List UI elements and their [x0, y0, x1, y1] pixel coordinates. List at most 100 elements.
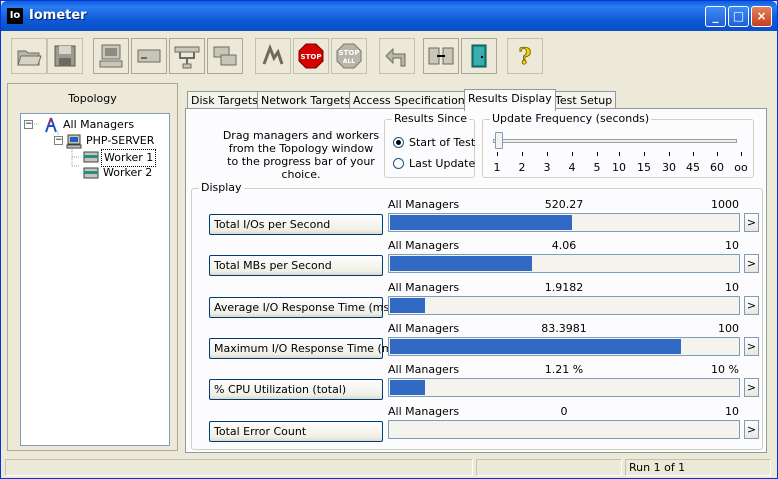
slider-thumb[interactable]	[495, 132, 503, 149]
slider-tick-mark	[644, 152, 645, 156]
slider-tick-mark	[669, 152, 670, 156]
app-icon: Io	[7, 8, 23, 24]
radio-selected-indicator	[393, 137, 404, 148]
slider-tick-mark	[597, 152, 598, 156]
display-group: Display All Managers 520.27 1000 Total I/Os…	[191, 181, 763, 450]
metric-button[interactable]: Total I/Os per Second	[209, 214, 383, 235]
slider-tick-label: 10	[612, 161, 626, 174]
exit-door-icon[interactable]	[461, 38, 497, 74]
metric-select-button[interactable]: >	[744, 213, 759, 232]
tree-node-worker-2[interactable]: Worker 2	[101, 165, 154, 181]
window-title: Iometer	[29, 8, 87, 23]
radio-start-of-test[interactable]: Start of Test	[393, 136, 475, 150]
tab-results-display[interactable]: Results Display	[464, 89, 556, 111]
row-manager-label: All Managers	[388, 239, 460, 252]
about-icon[interactable]: ?	[507, 38, 543, 74]
managers-icon	[43, 117, 59, 133]
row-max: 10	[725, 405, 739, 418]
progress-bar[interactable]	[388, 213, 740, 232]
row-max: 10	[725, 281, 739, 294]
metric-select-button[interactable]: >	[744, 254, 759, 273]
slider-tick-label: 60	[710, 161, 724, 174]
tree-node-label: All Managers	[63, 118, 135, 131]
metric-select-button[interactable]: >	[744, 420, 759, 439]
row-manager-label: All Managers	[388, 281, 460, 294]
slider-tick-mark	[619, 152, 620, 156]
stop-test-icon[interactable]: STOP	[293, 38, 329, 74]
reset-workers-icon[interactable]	[379, 38, 415, 74]
topology-tree[interactable]: − All Managers − PHP-SERVER Worker 1 Wor…	[20, 113, 170, 446]
progress-bar[interactable]	[388, 337, 740, 356]
tree-node-worker-1[interactable]: Worker 1	[101, 149, 157, 167]
status-panel-middle	[476, 459, 622, 476]
close-button[interactable]: ×	[751, 6, 772, 27]
save-config-icon[interactable]	[47, 38, 83, 74]
status-panel-main	[5, 459, 473, 476]
update-frequency-slider[interactable]	[493, 139, 737, 143]
start-tests-icon[interactable]	[255, 38, 291, 74]
exit-icon[interactable]	[423, 38, 459, 74]
expander-all-managers[interactable]: −	[24, 120, 33, 129]
radio-last-update[interactable]: Last Update	[393, 157, 475, 171]
tree-node-label: Worker 2	[103, 166, 153, 179]
start-manager-icon[interactable]	[93, 38, 129, 74]
server-icon	[66, 133, 82, 149]
progress-bar[interactable]	[388, 296, 740, 315]
slider-tick-mark	[741, 152, 742, 156]
slider-tick-label: 30	[662, 161, 676, 174]
start-disk-worker-icon[interactable]	[131, 38, 167, 74]
metric-button[interactable]: Maximum I/O Response Time (ms)	[209, 338, 403, 359]
row-value: 0	[560, 405, 568, 418]
drag-instructions: Drag managers and workers from the Topol…	[222, 129, 380, 181]
stop-all-icon[interactable]: STOP ALL	[331, 38, 367, 74]
metric-button[interactable]: Average I/O Response Time (ms)	[209, 297, 394, 318]
progress-bar[interactable]	[388, 254, 740, 273]
toolbar: STOP STOP ALL ?	[5, 34, 773, 78]
maximize-button[interactable]: □	[728, 6, 749, 27]
title-bar[interactable]: Io Iometer _ □ ×	[1, 1, 777, 31]
stop-all-label: STOP	[339, 49, 360, 57]
slider-tick-mark	[717, 152, 718, 156]
minimize-button[interactable]: _	[705, 6, 726, 27]
progress-bar[interactable]	[388, 420, 740, 439]
worker-icon	[83, 149, 99, 165]
progress-bar-fill	[390, 380, 425, 395]
row-max: 10 %	[711, 363, 739, 376]
expander-php-server[interactable]: −	[54, 136, 63, 145]
progress-bar[interactable]	[388, 378, 740, 397]
metric-button[interactable]: Total Error Count	[209, 421, 383, 442]
start-network-worker-icon[interactable]	[169, 38, 205, 74]
metric-button[interactable]: % CPU Utilization (total)	[209, 379, 383, 400]
slider-tick-label: 5	[593, 161, 601, 174]
row-value: 520.27	[544, 198, 584, 211]
row-manager-label: All Managers	[388, 405, 460, 418]
row-max: 1000	[711, 198, 739, 211]
slider-tick-label: 3	[543, 161, 551, 174]
results-since-title: Results Since	[392, 112, 470, 125]
slider-tick-label: oo	[734, 161, 748, 174]
metric-select-button[interactable]: >	[744, 378, 759, 397]
status-bar: Run 1 of 1	[5, 459, 773, 476]
slider-tick-mark	[572, 152, 573, 156]
row-max: 10	[725, 239, 739, 252]
tree-node-php-server[interactable]: PHP-SERVER	[84, 133, 156, 149]
open-config-icon[interactable]	[11, 38, 47, 74]
slider-tick-label: 4	[568, 161, 576, 174]
results-display-panel: Drag managers and workers from the Topol…	[185, 108, 767, 453]
slider-tick-mark	[522, 152, 523, 156]
iometer-window: Io Iometer _ □ × STOP STOP ALL ? Topolog…	[0, 0, 778, 479]
progress-bar-fill	[390, 256, 532, 271]
metric-select-button[interactable]: >	[744, 296, 759, 315]
metric-button[interactable]: Total MBs per Second	[209, 255, 383, 276]
stop-label: STOP	[301, 53, 322, 61]
row-max: 100	[718, 322, 739, 335]
display-title: Display	[199, 181, 244, 194]
metric-select-button[interactable]: >	[744, 337, 759, 356]
duplicate-worker-icon[interactable]	[207, 38, 243, 74]
status-run-count: Run 1 of 1	[625, 459, 771, 476]
tree-node-all-managers[interactable]: All Managers	[61, 117, 136, 133]
slider-tick-mark	[497, 152, 498, 156]
slider-tick-label: 2	[518, 161, 526, 174]
update-frequency-group: Update Frequency (seconds) 1 2 3 4 5 10 15 30 45…	[482, 112, 754, 178]
slider-tick-label: 15	[637, 161, 651, 174]
